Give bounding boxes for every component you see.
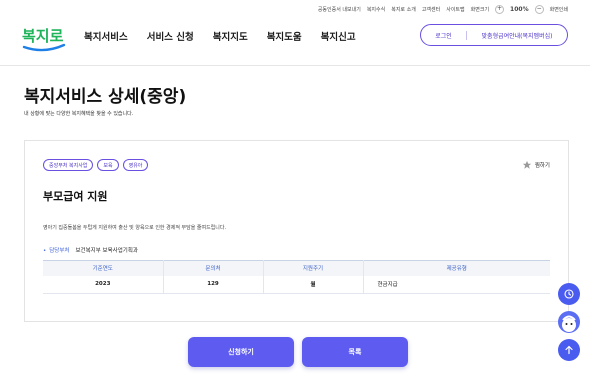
util-link-support[interactable]: 고객센터 [422,6,440,13]
nav-welfare-report[interactable]: 복지신고 [321,29,356,43]
service-tags: 중앙부처 복지사업 보육 영유아 [43,159,149,171]
nav-welfare-map[interactable]: 복지지도 [213,29,248,43]
site-header: 복지로 복지서비스 서비스 신청 복지지도 복지도움 복지신고 로그인 맞춤형급… [0,14,590,66]
department-label: 담당부처 [43,246,69,254]
cell-type: 현금지급 [363,275,550,294]
tag-infant[interactable]: 영유아 [122,159,149,171]
nav-welfare-services[interactable]: 복지서비스 [84,29,128,43]
arrow-up-icon [565,345,573,355]
col-type: 제공유형 [363,260,550,276]
zoom-value: 100% [510,5,529,13]
scroll-top-button[interactable] [558,339,580,361]
zoom-out-button[interactable]: − [534,4,544,14]
util-link-about[interactable]: 복지로 소개 [391,6,416,13]
service-name: 부모급여 지원 [43,190,108,203]
page-description: 내 상황에 맞는 다양한 복지혜택을 찾을 수 있습니다. [24,111,134,117]
action-buttons: 신청하기 목록 [188,337,408,367]
bookmark-label: 찜하기 [534,163,550,169]
department-info: 담당부처 보건복지부 보육사업기획과 [43,246,138,254]
cell-contact: 129 [163,275,264,294]
star-icon [522,160,531,169]
recent-history-button[interactable] [558,283,580,305]
tag-childcare[interactable]: 보육 [97,159,119,171]
department-value: 보건복지부 보육사업기획과 [75,248,138,254]
tag-central-welfare[interactable]: 중앙부처 복지사업 [43,159,94,171]
util-link-cert[interactable]: 공동인증서 내보내기 [318,6,361,13]
utility-bar: 공동인증서 내보내기 복지수식 복지로 소개 고객센터 사이트맵 화면크기 + … [318,4,568,14]
chatbot-character-icon [562,315,576,332]
chatbot-button[interactable] [558,311,580,333]
nav-welfare-help[interactable]: 복지도움 [267,29,302,43]
table-header-row: 기준연도 문의처 지원주기 제공유형 [43,260,550,276]
util-link-sitemap[interactable]: 사이트맵 [446,6,464,13]
main-nav: 복지서비스 서비스 신청 복지지도 복지도움 복지신고 [84,29,356,43]
login-button[interactable]: 로그인 [421,30,467,40]
service-detail-card: 중앙부처 복지사업 보육 영유아 찜하기 부모급여 지원 영아기 집중돌봄을 두… [24,140,569,322]
cell-base-year: 2023 [43,275,164,294]
page-title: 복지서비스 상세(중앙) [24,87,187,107]
bookmark-button[interactable]: 찜하기 [522,160,550,170]
col-contact: 문의처 [163,260,264,276]
util-link-formula[interactable]: 복지수식 [367,6,385,13]
header-button-group: 로그인 맞춤형급여안내(복지멤버십) [420,24,568,46]
service-info-table: 기준연도 문의처 지원주기 제공유형 2023 129 월 현금지급 [43,260,550,294]
svg-text:복지로: 복지로 [22,27,64,45]
col-cycle: 지원주기 [263,260,364,276]
util-link-print[interactable]: 화면인쇄 [550,6,568,13]
service-description: 영아기 집중돌봄을 두텁게 지원하여 출산 및 양육으로 인한 경제적 부담을 … [43,225,227,231]
history-icon [564,289,574,299]
col-base-year: 기준연도 [43,260,164,276]
nav-service-apply[interactable]: 서비스 신청 [147,29,194,43]
list-button[interactable]: 목록 [302,337,408,367]
logo-mark: 복지로 [22,27,66,52]
table-row: 2023 129 월 현금지급 [43,275,550,294]
util-zoom-label: 화면크기 [470,6,490,13]
site-logo[interactable]: 복지로 [20,21,68,53]
zoom-in-button[interactable]: + [495,4,505,14]
membership-guide-button[interactable]: 맞춤형급여안내(복지멤버십) [467,31,567,40]
floating-buttons [558,283,580,361]
apply-button[interactable]: 신청하기 [188,337,294,367]
cell-cycle: 월 [263,275,364,294]
